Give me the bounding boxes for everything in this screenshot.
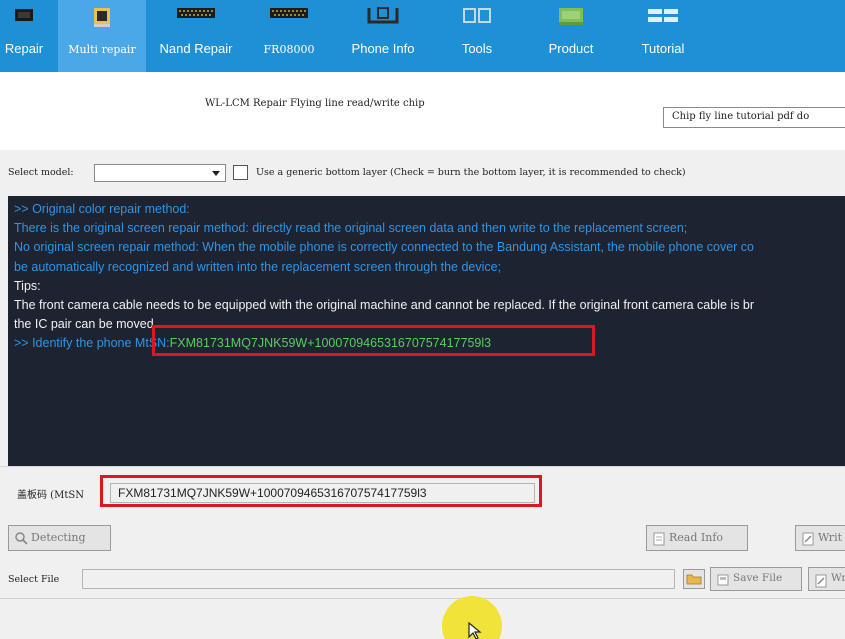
divider <box>0 598 845 599</box>
product-icon <box>556 6 586 29</box>
log-line: The front camera cable needs to be equip… <box>14 298 755 313</box>
phone-info-icon <box>366 6 400 29</box>
model-row: Select model: Use a generic bottom layer… <box>0 150 845 196</box>
nav-item-nand-repair[interactable]: Nand Repair <box>150 0 242 72</box>
chip-icon <box>13 6 35 27</box>
log-mtsn-prefix: >> Identify the phone MtSN: <box>14 336 170 351</box>
log-line: No original screen repair method: When t… <box>14 240 755 255</box>
nav-item-tutorial[interactable]: Tutorial <box>620 0 706 72</box>
screen-icon <box>91 6 113 31</box>
nav-item-fr08000[interactable]: FR08000 <box>246 0 332 72</box>
folder-icon <box>683 569 705 593</box>
read-info-button[interactable]: Read Info <box>646 525 748 551</box>
log-line: There is the original screen repair meth… <box>14 221 688 236</box>
nand-icon <box>176 6 216 23</box>
write-file-label: Wr <box>831 572 845 584</box>
detecting-label: Detecting <box>31 531 86 544</box>
write-file-icon <box>815 574 827 590</box>
select-file-label: Select File <box>8 574 60 585</box>
mouse-pointer-icon <box>468 621 482 639</box>
browse-folder-button[interactable] <box>683 569 705 589</box>
log-line: be automatically recognized and written … <box>14 259 502 274</box>
nav-item-multi-repair[interactable]: Multi repair <box>58 0 146 72</box>
log-line: >> Original color repair method: <box>14 202 190 216</box>
write-button[interactable]: Writ <box>795 525 845 551</box>
tutorial-pdf-button[interactable]: Chip fly line tutorial pdf do <box>663 107 845 128</box>
save-file-label: Save File <box>733 572 783 584</box>
generic-bottom-layer-checkbox[interactable] <box>233 165 248 180</box>
nav-item-phone-info[interactable]: Phone Info <box>336 0 430 72</box>
select-file-input[interactable] <box>82 569 675 589</box>
log-line: Tips: <box>14 278 41 293</box>
detecting-button[interactable]: Detecting <box>8 525 111 551</box>
read-info-label: Read Info <box>669 531 724 544</box>
tools-icon <box>462 6 492 29</box>
programmer-icon <box>269 6 309 23</box>
top-nav: Repair Multi repair Nand Repair FR08000 … <box>0 0 845 72</box>
write-label: Writ <box>818 531 843 544</box>
title-area: WL-LCM Repair Flying line read/write chi… <box>0 72 845 150</box>
chevron-down-icon <box>212 171 220 176</box>
document-icon <box>653 532 665 549</box>
tutorial-icon <box>646 6 680 29</box>
model-select[interactable] <box>94 164 226 182</box>
save-file-button[interactable]: Save File <box>710 567 802 591</box>
mtsn-label: 盖板码 (MtSN <box>17 490 84 501</box>
nav-item-product[interactable]: Product <box>526 0 616 72</box>
nav-item-tools[interactable]: Tools <box>434 0 520 72</box>
write-file-button[interactable]: Wr <box>808 567 845 591</box>
search-icon <box>15 532 28 548</box>
generic-bottom-layer-label: Use a generic bottom layer (Check = burn… <box>256 167 686 178</box>
write-document-icon <box>802 532 814 549</box>
mtsn-log-highlight-box <box>152 325 595 356</box>
mtsn-field-highlight-box <box>100 475 542 507</box>
save-file-icon <box>717 574 729 589</box>
select-model-label: Select model: <box>8 167 74 178</box>
page-title: WL-LCM Repair Flying line read/write chi… <box>205 98 425 109</box>
nav-item-repair[interactable]: Repair <box>0 0 58 72</box>
